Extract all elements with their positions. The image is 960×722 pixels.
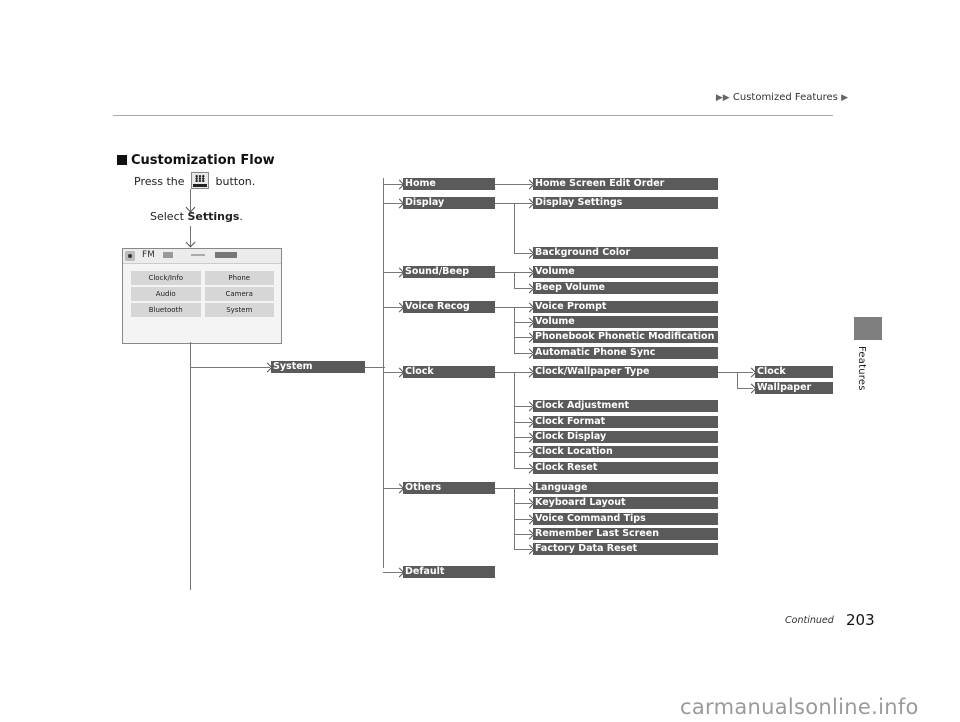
menu-audio[interactable]: Audio: [131, 287, 201, 301]
section-tab-label: Features: [856, 346, 867, 391]
step-text: Select: [150, 210, 184, 223]
node-home: Home: [403, 178, 495, 190]
settings-menu-grid: Clock/Info Phone Audio Camera Bluetooth …: [131, 271, 274, 317]
flow-line: [718, 372, 738, 373]
flow-line: [495, 307, 515, 308]
node-display-settings: Display Settings: [533, 197, 718, 209]
node-voice-recog: Voice Recog: [403, 301, 495, 313]
menu-camera[interactable]: Camera: [204, 287, 274, 301]
node-home-screen-edit-order: Home Screen Edit Order: [533, 178, 718, 190]
node-clock-format: Clock Format: [533, 416, 718, 428]
page-number: 203: [846, 611, 875, 629]
flow-line: [495, 203, 515, 204]
flow-line: [514, 203, 515, 253]
menu-clock-info[interactable]: Clock/Info: [131, 271, 201, 285]
node-remember-last-screen: Remember Last Screen: [533, 528, 718, 540]
flow-line: [383, 178, 384, 568]
settings-gear-icon: [125, 251, 135, 261]
node-background-color: Background Color: [533, 247, 718, 259]
section-title: Customization Flow: [117, 153, 275, 168]
node-beep-volume: Beep Volume: [533, 282, 718, 294]
settings-target: Settings: [187, 210, 240, 223]
step-text: .: [239, 210, 243, 223]
watermark: carmanualsonline.info: [680, 695, 919, 719]
menu-bluetooth[interactable]: Bluetooth: [131, 303, 201, 317]
flow-line: [190, 367, 270, 368]
home-button-icon: [191, 172, 209, 189]
node-clock-option: Clock: [755, 366, 833, 378]
breadcrumb: ▶▶ Customized Features ▶: [0, 92, 848, 103]
menu-system[interactable]: System: [204, 303, 274, 317]
breadcrumb-link[interactable]: Customized Features: [733, 92, 838, 103]
down-arrow-icon: [185, 237, 196, 248]
node-clock-adjustment: Clock Adjustment: [533, 400, 718, 412]
settings-screen-image: FM Clock/Info Phone Audio Camera Bluetoo…: [122, 248, 282, 344]
node-clock-reset: Clock Reset: [533, 462, 718, 474]
node-display: Display: [403, 197, 495, 209]
node-automatic-phone-sync: Automatic Phone Sync: [533, 347, 718, 359]
node-clock-display: Clock Display: [533, 431, 718, 443]
node-system: System: [271, 361, 365, 373]
continued-label: Continued: [785, 615, 834, 626]
breadcrumb-arrow-icon: ▶: [841, 93, 848, 103]
flow-line: [495, 272, 515, 273]
flow-line: [514, 307, 515, 353]
node-clock-wallpaper-type: Clock/Wallpaper Type: [533, 366, 718, 378]
section-tab-marker: [854, 317, 882, 340]
flow-line: [737, 372, 738, 388]
breadcrumb-arrows-icon: ▶▶: [715, 93, 730, 103]
node-wallpaper-option: Wallpaper: [755, 382, 833, 394]
section-title-text: Customization Flow: [131, 153, 275, 168]
flow-line: [514, 372, 515, 468]
flow-line: [190, 342, 191, 590]
node-volume: Volume: [533, 316, 718, 328]
menu-phone[interactable]: Phone: [204, 271, 274, 285]
node-phonebook-phonetic-modification: Phonebook Phonetic Modification: [533, 331, 718, 343]
node-default: Default: [403, 566, 495, 578]
status-indicator-icon: [163, 252, 173, 258]
node-voice-command-tips: Voice Command Tips: [533, 513, 718, 525]
flow-line: [495, 372, 515, 373]
header-rule: [113, 115, 833, 116]
square-bullet-icon: [117, 155, 127, 165]
status-bar: FM: [123, 249, 281, 264]
band-label: FM: [142, 250, 155, 260]
node-clock: Clock: [403, 366, 495, 378]
step-text: Press the: [134, 175, 185, 188]
status-indicator-icon: [191, 254, 205, 256]
step-text: button.: [215, 175, 256, 188]
node-sound-beep: Sound/Beep: [403, 266, 495, 278]
node-language: Language: [533, 482, 718, 494]
flow-line: [495, 488, 515, 489]
node-clock-location: Clock Location: [533, 446, 718, 458]
node-voice-prompt: Voice Prompt: [533, 301, 718, 313]
node-volume: Volume: [533, 266, 718, 278]
node-keyboard-layout: Keyboard Layout: [533, 497, 718, 509]
signal-battery-icon: [215, 252, 237, 258]
step-select-settings: Select Settings.: [150, 210, 243, 223]
flow-line: [495, 184, 515, 185]
flow-line: [514, 272, 515, 288]
node-factory-data-reset: Factory Data Reset: [533, 543, 718, 555]
node-others: Others: [403, 482, 495, 494]
step-press-home: Press the button.: [134, 172, 255, 189]
flow-line: [365, 367, 385, 368]
